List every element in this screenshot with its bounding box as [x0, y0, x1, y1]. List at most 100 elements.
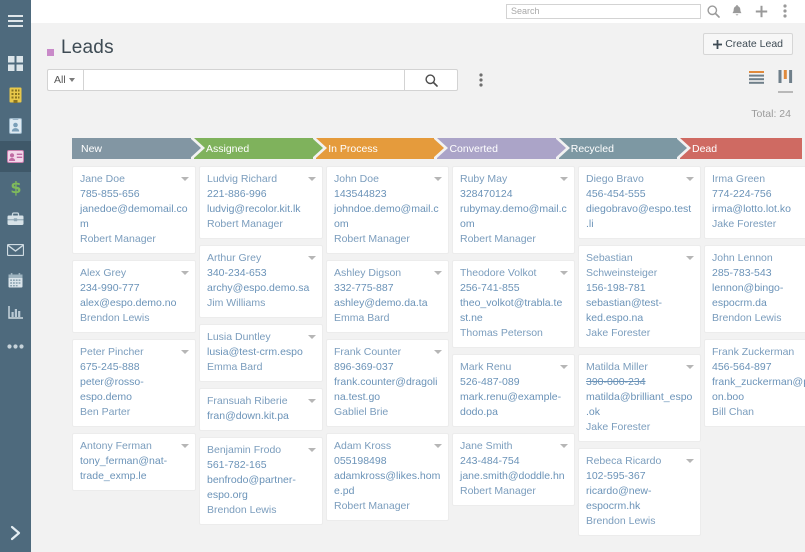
create-lead-button[interactable]: Create Lead — [703, 33, 793, 55]
lead-name[interactable]: Ruby May — [460, 172, 567, 187]
list-view-button[interactable] — [749, 71, 764, 92]
notifications-button[interactable] — [725, 0, 749, 23]
chevron-down-icon[interactable] — [181, 350, 189, 354]
lead-name[interactable]: Arthur Grey — [207, 251, 315, 266]
kanban-column-header-new[interactable]: New — [72, 138, 201, 159]
sidebar-expand-button[interactable] — [0, 520, 31, 546]
lead-phone[interactable]: 285-783-543 — [712, 266, 805, 281]
lead-phone[interactable]: 332-775-887 — [334, 281, 441, 296]
lead-card[interactable]: Diego Bravo 456-454-555 diegobravo@espo.te… — [578, 166, 701, 239]
lead-phone[interactable]: 675-245-888 — [80, 360, 188, 375]
chevron-down-icon[interactable] — [686, 256, 694, 260]
sidebar-item-menu-toggle[interactable] — [0, 5, 31, 36]
lead-email[interactable]: diegobravo@espo.test.li — [586, 202, 693, 232]
lead-owner[interactable]: Jake Forester — [712, 217, 805, 232]
lead-card[interactable]: Sebastian Schweinsteiger 156-198-781 sebas… — [578, 245, 701, 348]
lead-email[interactable]: frank_zuckerman@paron.boo — [712, 375, 805, 405]
lead-phone[interactable]: 785-855-656 — [80, 187, 188, 202]
lead-card[interactable]: Frank Counter 896-369-037 frank.counter@dr… — [326, 339, 449, 427]
lead-email[interactable]: matilda@brilliant_espo.ok — [586, 390, 693, 420]
lead-email[interactable]: peter@rosso-espo.demo — [80, 375, 188, 405]
lead-card[interactable]: Matilda Miller 390-000-234 matilda@brillia… — [578, 354, 701, 442]
lead-email[interactable]: adamkross@likes.home.pd — [334, 469, 441, 499]
lead-email[interactable]: ashley@demo.da.ta — [334, 296, 441, 311]
lead-name[interactable]: Jane Doe — [80, 172, 188, 187]
lead-card[interactable]: Arthur Grey 340-234-653 archy@espo.demo.sa… — [199, 245, 323, 318]
lead-email[interactable]: lusia@test-crm.espo — [207, 345, 315, 360]
lead-owner[interactable]: Robert Manager — [460, 232, 567, 247]
lead-card[interactable]: Ashley Digson 332-775-887 ashley@demo.da.t… — [326, 260, 449, 333]
lead-owner[interactable]: Brendon Lewis — [207, 503, 315, 518]
lead-name[interactable]: Sebastian Schweinsteiger — [586, 251, 693, 281]
list-search-input[interactable] — [83, 69, 404, 91]
lead-owner[interactable]: Robert Manager — [460, 484, 567, 499]
chevron-down-icon[interactable] — [308, 256, 316, 260]
lead-owner[interactable]: Jake Forester — [586, 326, 693, 341]
chevron-down-icon[interactable] — [560, 444, 568, 448]
sidebar-item-calendar[interactable] — [0, 265, 31, 296]
lead-email[interactable]: alex@espo.demo.no — [80, 296, 188, 311]
chevron-down-icon[interactable] — [434, 177, 442, 181]
lead-card[interactable]: Jane Smith 243-484-754 jane.smith@doddle.h… — [452, 433, 575, 506]
lead-name[interactable]: Lusia Duntley — [207, 330, 315, 345]
lead-phone[interactable]: 390-000-234 — [586, 375, 693, 390]
kanban-column-header-converted[interactable]: Converted — [437, 138, 566, 159]
lead-name[interactable]: Alex Grey — [80, 266, 188, 281]
sidebar-item-reports[interactable] — [0, 296, 31, 327]
lead-owner[interactable]: Emma Bard — [334, 311, 441, 326]
lead-phone[interactable]: 156-198-781 — [586, 281, 693, 296]
lead-phone[interactable]: 561-782-165 — [207, 458, 315, 473]
lead-name[interactable]: Mark Renu — [460, 360, 567, 375]
lead-card[interactable]: Lusia Duntley lusia@test-crm.espo Emma Bar… — [199, 324, 323, 382]
lead-phone[interactable]: 456-564-897 — [712, 360, 805, 375]
lead-card[interactable]: Ludvig Richard 221-886-996 ludvig@recolor.… — [199, 166, 323, 239]
lead-owner[interactable]: Brendon Lewis — [586, 514, 693, 529]
kanban-view-button[interactable] — [778, 70, 793, 93]
chevron-down-icon[interactable] — [686, 365, 694, 369]
chevron-down-icon[interactable] — [308, 399, 316, 403]
lead-phone[interactable]: 221-886-996 — [207, 187, 315, 202]
lead-owner[interactable]: Brendon Lewis — [712, 311, 805, 326]
sidebar-item-emails[interactable] — [0, 234, 31, 265]
global-search-button[interactable] — [701, 0, 725, 23]
lead-email[interactable]: rubymay.demo@mail.com — [460, 202, 567, 232]
lead-card[interactable]: Rebeca Ricardo 102-595-367 ricardo@new-esp… — [578, 448, 701, 536]
chevron-down-icon[interactable] — [434, 271, 442, 275]
chevron-down-icon[interactable] — [181, 271, 189, 275]
lead-email[interactable]: ludvig@recolor.kit.lk — [207, 202, 315, 217]
sidebar-item-more[interactable] — [0, 331, 31, 362]
lead-card[interactable]: Theodore Volkot 256-741-855 theo_volkot@tr… — [452, 260, 575, 348]
lead-phone[interactable]: 896-369-037 — [334, 360, 441, 375]
lead-card[interactable]: Peter Pincher 675-245-888 peter@rosso-espo… — [72, 339, 196, 427]
lead-name[interactable]: Ashley Digson — [334, 266, 441, 281]
chevron-down-icon[interactable] — [560, 271, 568, 275]
lead-phone[interactable]: 055198498 — [334, 454, 441, 469]
chevron-down-icon[interactable] — [434, 350, 442, 354]
lead-name[interactable]: John Doe — [334, 172, 441, 187]
lead-owner[interactable]: Jake Forester — [586, 420, 693, 435]
lead-name[interactable]: Diego Bravo — [586, 172, 693, 187]
chevron-down-icon[interactable] — [560, 177, 568, 181]
lead-phone[interactable]: 243-484-754 — [460, 454, 567, 469]
lead-email[interactable]: janedoe@demomail.com — [80, 202, 188, 232]
lead-phone[interactable]: 774-224-756 — [712, 187, 805, 202]
lead-owner[interactable]: Robert Manager — [207, 217, 315, 232]
list-search-button[interactable] — [404, 69, 458, 91]
lead-card[interactable]: Irma Green 774-224-756 irma@lotto.lot.ko Ja… — [704, 166, 805, 239]
lead-name[interactable]: Adam Kross — [334, 439, 441, 454]
lead-owner[interactable]: Gabliel Brie — [334, 405, 441, 420]
lead-phone[interactable]: 456-454-555 — [586, 187, 693, 202]
kanban-column-header-assigned[interactable]: Assigned — [194, 138, 324, 159]
lead-name[interactable]: Benjamin Frodo — [207, 443, 315, 458]
quick-create-button[interactable] — [749, 0, 773, 23]
lead-name[interactable]: Rebeca Ricardo — [586, 454, 693, 469]
lead-phone[interactable]: 328470124 — [460, 187, 567, 202]
sidebar-item-opportunities[interactable]: $ — [0, 172, 31, 203]
lead-email[interactable]: ricardo@new-espocrm.hk — [586, 484, 693, 514]
lead-card[interactable]: Ruby May 328470124 rubymay.demo@mail.com Ro… — [452, 166, 575, 254]
lead-email[interactable]: theo_volkot@trabla.test.ne — [460, 296, 567, 326]
lead-email[interactable]: sebastian@test-ked.espo.na — [586, 296, 693, 326]
lead-email[interactable]: frank.counter@dragolina.test.go — [334, 375, 441, 405]
sidebar-item-leads[interactable] — [0, 141, 31, 172]
lead-card[interactable]: Benjamin Frodo 561-782-165 benfrodo@partne… — [199, 437, 323, 525]
